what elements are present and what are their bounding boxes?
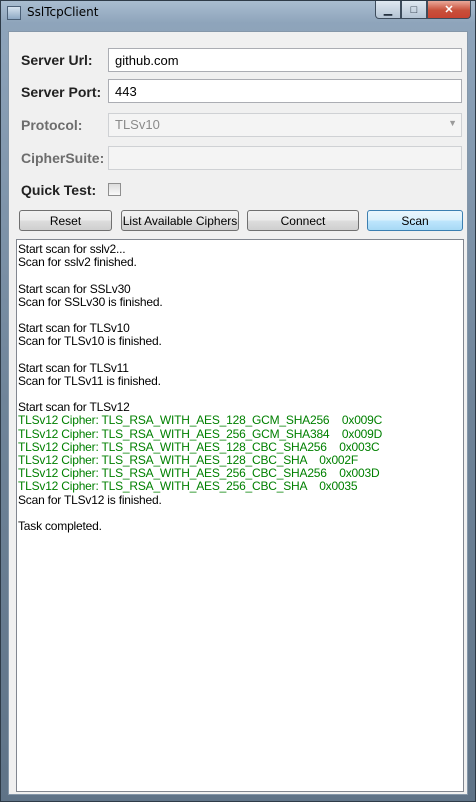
log-line: Start scan for TLSv11 [18, 360, 129, 375]
close-icon: ✕ [444, 4, 454, 16]
log-line: Scan for SSLv30 is finished. [18, 294, 163, 309]
title-bar[interactable]: SslTcpClient ▁ □ ✕ [1, 1, 475, 25]
log-line: Task completed. [18, 518, 102, 533]
quick-test-checkbox[interactable] [108, 183, 121, 196]
server-port-input[interactable] [108, 79, 462, 103]
server-port-label: Server Port: [21, 84, 102, 100]
list-available-ciphers-button[interactable]: List Available Ciphers [121, 210, 239, 231]
minimize-button[interactable]: ▁ [375, 1, 401, 19]
caption-buttons: ▁ □ ✕ [375, 1, 471, 19]
app-icon [7, 6, 21, 20]
app-window: SslTcpClient ▁ □ ✕ Server Url: Server Po… [0, 0, 476, 802]
log-line: TLSv12 Cipher: TLS_RSA_WITH_AES_128_GCM_… [18, 413, 383, 428]
protocol-select[interactable]: TLSv10 ▼ [108, 113, 462, 137]
log-line: Scan for TLSv12 is finished. [18, 492, 162, 507]
log-line: TLSv12 Cipher: TLS_RSA_WITH_AES_256_GCM_… [18, 426, 383, 441]
log-line: Scan for sslv2 finished. [18, 255, 137, 270]
ciphersuite-input[interactable] [108, 146, 462, 170]
output-log[interactable]: Start scan for sslv2... Scan for sslv2 fi… [16, 239, 464, 792]
minimize-icon: ▁ [383, 4, 393, 16]
protocol-selected-value: TLSv10 [115, 117, 160, 132]
maximize-icon: □ [410, 3, 418, 16]
window-title: SslTcpClient [27, 5, 99, 19]
chevron-down-icon: ▼ [448, 118, 457, 128]
log-line: Scan for TLSv11 is finished. [18, 373, 161, 388]
client-area: Server Url: Server Port: Protocol: TLSv1… [8, 31, 468, 795]
log-line: Scan for TLSv10 is finished. [18, 334, 162, 349]
quick-test-label: Quick Test: [21, 182, 97, 198]
server-url-input[interactable] [108, 48, 462, 72]
log-line: TLSv12 Cipher: TLS_RSA_WITH_AES_256_CBC_… [18, 479, 358, 494]
server-url-label: Server Url: [21, 52, 93, 68]
ciphersuite-label: CipherSuite: [21, 150, 105, 166]
reset-button[interactable]: Reset [19, 210, 112, 231]
scan-button[interactable]: Scan [367, 210, 463, 231]
connect-button[interactable]: Connect [247, 210, 359, 231]
close-button[interactable]: ✕ [427, 1, 471, 19]
protocol-label: Protocol: [21, 117, 83, 133]
maximize-button[interactable]: □ [401, 1, 427, 19]
log-line: Start scan for SSLv30 [18, 281, 131, 296]
